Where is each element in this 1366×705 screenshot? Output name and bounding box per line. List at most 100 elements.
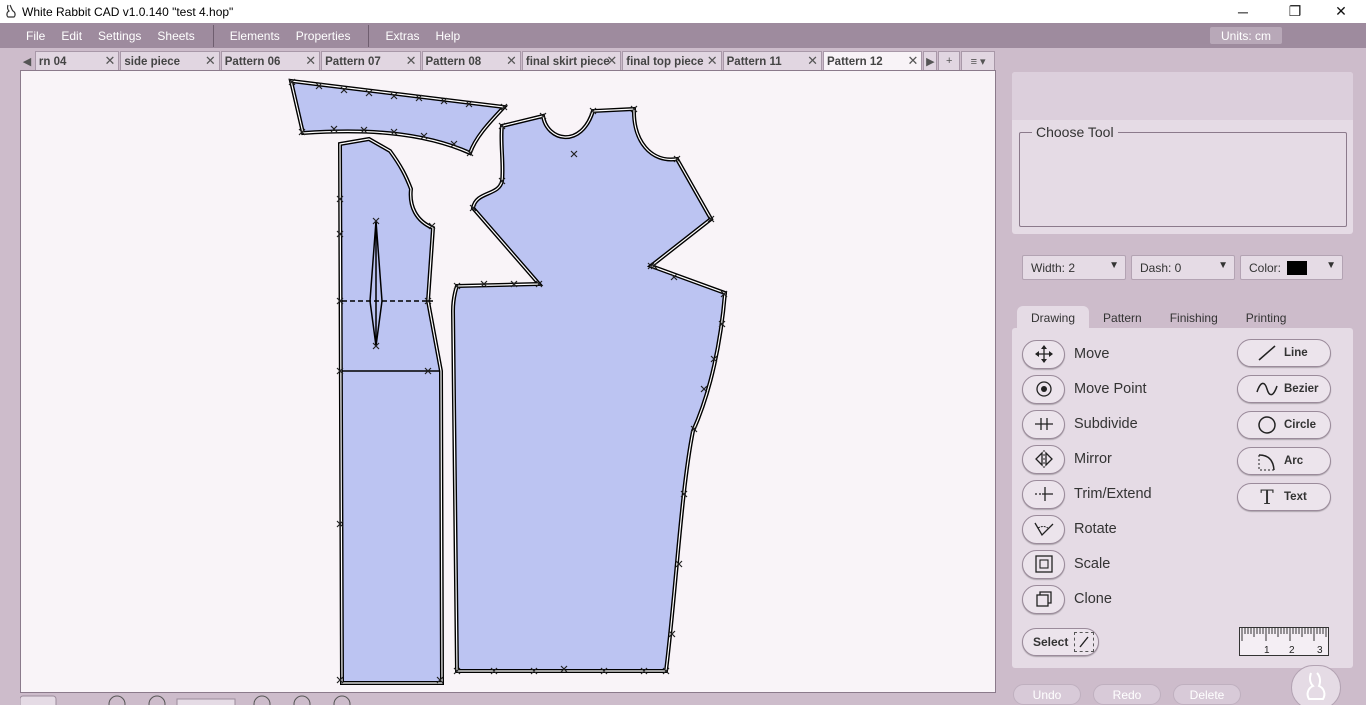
arc-button[interactable]: Arc — [1237, 447, 1331, 475]
tab-label: rn 04 — [38, 55, 67, 68]
menu-separator — [212, 24, 214, 47]
tab-pattern[interactable]: Pattern — [1089, 306, 1156, 330]
menu-bar: File Edit Settings Sheets Elements Prope… — [0, 23, 1366, 48]
bezier-button[interactable]: Bezier — [1237, 375, 1331, 403]
tool-panel: Choose Tool Width: 2 ▼ Dash: 0 ▼ Color: … — [1012, 72, 1354, 705]
line-icon — [1256, 344, 1278, 362]
tool-move[interactable]: Move — [1022, 339, 1109, 369]
tab-label: Pattern 06 — [224, 55, 281, 68]
menu-help[interactable]: Help — [436, 29, 461, 43]
tab-close-icon[interactable]: ✕ — [707, 53, 718, 69]
tab-pattern[interactable]: final top piece ✕ — [622, 51, 722, 71]
menu-extras[interactable]: Extras — [385, 29, 419, 43]
svg-text:2: 2 — [1289, 645, 1295, 656]
width-dropdown[interactable]: Width: 2 ▼ — [1022, 255, 1126, 280]
tab-pattern[interactable]: rn 04 ✕ — [34, 51, 120, 71]
menu-settings[interactable]: Settings — [98, 29, 141, 43]
text-button[interactable]: T Text — [1237, 483, 1331, 511]
rabbit-icon[interactable] — [1291, 665, 1341, 705]
ruler-icon[interactable]: 1 2 3 — [1239, 627, 1329, 656]
circle-icon — [1256, 415, 1278, 435]
menu-properties[interactable]: Properties — [296, 29, 351, 43]
menu-file[interactable]: File — [26, 29, 45, 43]
dash-value: Dash: 0 — [1140, 260, 1182, 275]
menu-separator — [368, 24, 370, 47]
tab-close-icon[interactable]: ✕ — [807, 53, 818, 69]
tool-trim-extend[interactable]: Trim/Extend — [1022, 479, 1152, 509]
rotate-icon[interactable] — [1022, 514, 1065, 544]
tab-scroll-left-button[interactable]: ◀ — [20, 51, 34, 71]
chevron-down-icon: ▼ — [1109, 260, 1119, 271]
chevron-down-icon: ▼ — [1218, 260, 1228, 271]
circle-button[interactable]: Circle — [1237, 411, 1331, 439]
undo-button[interactable]: Undo — [1013, 684, 1081, 705]
menu-elements[interactable]: Elements — [230, 29, 280, 43]
tab-label: side piece — [124, 55, 181, 68]
tab-close-icon[interactable]: ✕ — [305, 53, 316, 69]
window-title: White Rabbit CAD v1.0.140 "test 4.hop" — [22, 4, 234, 19]
dash-dropdown[interactable]: Dash: 0 ▼ — [1131, 255, 1235, 280]
choose-tool-group: Choose Tool — [1019, 124, 1347, 227]
tool-clone[interactable]: Clone — [1022, 584, 1112, 614]
tool-rotate[interactable]: Rotate — [1022, 514, 1117, 544]
move-icon[interactable] — [1022, 339, 1065, 369]
tab-close-icon[interactable]: ✕ — [406, 53, 417, 69]
tab-label: Pattern 08 — [425, 55, 482, 68]
mirror-icon[interactable] — [1022, 444, 1065, 474]
tab-label: Pattern 07 — [325, 55, 381, 68]
tab-scroll-right-button[interactable]: ▶ — [923, 51, 938, 71]
tool-subdivide[interactable]: Subdivide — [1022, 409, 1138, 439]
tab-label: Pattern 11 — [726, 55, 782, 68]
menu-sheets[interactable]: Sheets — [157, 29, 194, 43]
tab-close-icon[interactable]: ✕ — [907, 53, 918, 69]
zoom-toolbar — [19, 694, 1000, 705]
arc-icon — [1256, 451, 1278, 471]
tab-printing[interactable]: Printing — [1232, 306, 1301, 330]
tool-scale[interactable]: Scale — [1022, 549, 1110, 579]
tab-label: final skirt piece — [525, 55, 610, 68]
tab-close-icon[interactable]: ✕ — [506, 53, 517, 69]
tool-preview-box: Choose Tool — [1012, 72, 1353, 234]
tool-move-point[interactable]: Move Point — [1022, 374, 1147, 404]
drawing-canvas[interactable] — [20, 70, 996, 693]
tab-pattern[interactable]: Pattern 11 ✕ — [722, 51, 823, 71]
menu-edit[interactable]: Edit — [61, 29, 82, 43]
subdivide-icon[interactable] — [1022, 409, 1065, 439]
redo-button[interactable]: Redo — [1093, 684, 1161, 705]
pattern-tab-bar: ◀ rn 04 ✕ side piece ✕ Pattern 06 ✕ Pattern… — [20, 51, 996, 71]
tab-close-icon[interactable]: ✕ — [205, 53, 216, 69]
tab-close-icon[interactable]: ✕ — [104, 53, 115, 69]
choose-tool-label: Choose Tool — [1032, 124, 1118, 140]
units-indicator[interactable]: Units: cm — [1210, 27, 1282, 44]
trim-extend-icon[interactable] — [1022, 479, 1065, 509]
tab-menu-button[interactable]: ≡ ▾ — [961, 51, 995, 71]
move-point-icon[interactable] — [1022, 374, 1065, 404]
color-swatch — [1287, 260, 1308, 275]
minimize-button[interactable]: ─ — [1220, 0, 1266, 23]
add-tab-button[interactable]: + — [938, 51, 961, 71]
width-value: Width: 2 — [1031, 260, 1076, 275]
delete-button[interactable]: Delete — [1173, 684, 1241, 705]
tab-pattern-active[interactable]: Pattern 12 ✕ — [823, 51, 923, 71]
select-button[interactable]: Select — [1022, 628, 1099, 656]
tab-pattern[interactable]: Pattern 06 ✕ — [220, 51, 321, 71]
tool-category-tabs: Drawing Pattern Finishing Printing — [1017, 306, 1300, 330]
bezier-icon — [1256, 380, 1278, 398]
tab-pattern[interactable]: side piece ✕ — [120, 51, 220, 71]
tab-pattern[interactable]: Pattern 07 ✕ — [321, 51, 421, 71]
color-label: Color: — [1249, 260, 1282, 275]
color-dropdown[interactable]: Color: ▼ — [1240, 255, 1343, 280]
close-window-button[interactable]: ✕ — [1318, 0, 1364, 23]
tool-mirror[interactable]: Mirror — [1022, 444, 1112, 474]
tab-pattern[interactable]: final skirt piece ✕ — [521, 51, 622, 71]
maximize-button[interactable]: ❐ — [1272, 0, 1318, 23]
scale-icon[interactable] — [1022, 549, 1065, 579]
drawing-tools-box: Move Move Point Subdivide Mirror Trim/Ex… — [1012, 328, 1353, 668]
clone-icon[interactable] — [1022, 584, 1065, 614]
tab-drawing[interactable]: Drawing — [1017, 306, 1090, 330]
tab-close-icon[interactable]: ✕ — [606, 53, 617, 69]
rabbit-logo-icon — [0, 1, 22, 23]
line-button[interactable]: Line — [1237, 339, 1331, 367]
tab-pattern[interactable]: Pattern 08 ✕ — [421, 51, 521, 71]
tab-finishing[interactable]: Finishing — [1156, 306, 1232, 330]
